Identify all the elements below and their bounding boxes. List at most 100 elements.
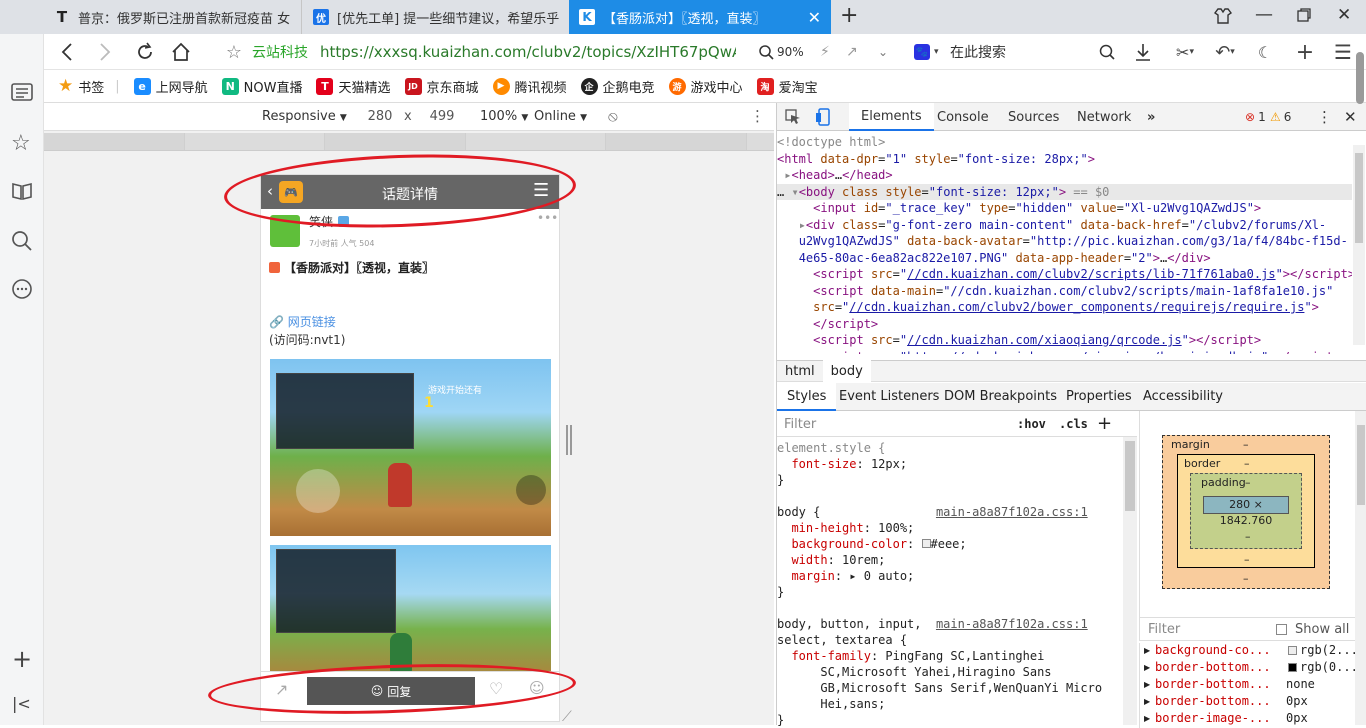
minimize-icon[interactable]: —: [1255, 4, 1273, 25]
address-url[interactable]: https://xxxsq.kuaizhan.com/clubv2/topics…: [320, 34, 736, 70]
show-all-checkbox[interactable]: [1276, 624, 1287, 635]
tab-sources[interactable]: Sources: [1008, 103, 1059, 131]
more-options-icon[interactable]: ⋮: [750, 107, 765, 125]
bookmark-item[interactable]: e 上网导航: [133, 77, 208, 96]
forward-icon[interactable]: [92, 34, 118, 70]
bookmark-item[interactable]: N NOW直播: [221, 77, 302, 96]
corner-resize-icon[interactable]: ⟋: [562, 709, 572, 725]
tab-active-topic[interactable]: K 【香肠派对】〖透视，直装〗 ✕: [569, 0, 831, 34]
back-icon[interactable]: [54, 34, 80, 70]
devtools-menu-icon[interactable]: ⋮: [1317, 103, 1332, 131]
game-count: 1: [424, 395, 434, 411]
reload-icon[interactable]: [132, 34, 158, 70]
lightning-icon[interactable]: ⚡: [820, 34, 830, 70]
class-toggle[interactable]: .cls: [1059, 417, 1088, 431]
responsive-dropdown[interactable]: Responsive ▼: [262, 109, 347, 124]
computed-scrollbar[interactable]: [1355, 411, 1366, 725]
tab-console[interactable]: Console: [937, 103, 989, 131]
chevron-down-icon[interactable]: ⌄: [878, 34, 888, 70]
breadcrumb-body[interactable]: body: [822, 360, 871, 382]
zoom-dropdown[interactable]: 100% ▼: [480, 109, 528, 124]
resize-handle[interactable]: [566, 425, 572, 455]
share-icon[interactable]: ↗: [846, 34, 858, 70]
bookmark-item[interactable]: ▶ 腾讯视频: [492, 77, 567, 96]
restore-icon[interactable]: [1297, 8, 1311, 26]
page-scrollbar-thumb[interactable]: [1356, 52, 1364, 104]
computed-row[interactable]: ▶ border-bottom... none: [1140, 677, 1366, 694]
bookmark-item[interactable]: 淘爱淘宝: [756, 77, 818, 96]
subtab-dom-breakpoints[interactable]: DOM Breakpoints: [944, 389, 1057, 404]
network-dropdown[interactable]: Online ▼: [534, 109, 587, 124]
subtab-styles[interactable]: Styles: [777, 383, 837, 411]
subtab-accessibility[interactable]: Accessibility: [1143, 389, 1223, 404]
rotate-icon[interactable]: ⦸: [608, 107, 618, 125]
bookmark-item[interactable]: 游游戏中心: [668, 77, 743, 96]
computed-filter-input[interactable]: Filter: [1148, 622, 1180, 637]
download-icon[interactable]: [1132, 34, 1154, 70]
scrollbar-thumb[interactable]: [1357, 425, 1365, 505]
computed-row[interactable]: ▶ border-bottom... 0px: [1140, 694, 1366, 711]
width-input[interactable]: 280: [360, 109, 400, 124]
collapse-sidebar-icon[interactable]: |<: [12, 694, 31, 713]
menu-icon[interactable]: ☰: [1332, 34, 1354, 70]
new-style-rule-icon[interactable]: +: [1097, 413, 1112, 434]
warning-count[interactable]: ⚠ 6: [1270, 103, 1291, 131]
styles-filter-input[interactable]: Filter: [784, 417, 816, 432]
scissors-icon[interactable]: ✂ ▾: [1170, 34, 1200, 70]
web-link[interactable]: 🔗 网页链接: [269, 313, 336, 330]
bookmark-star-icon[interactable]: ☆: [222, 34, 246, 70]
new-tab-button[interactable]: +: [840, 3, 858, 28]
baidu-paw-icon: 🐾: [914, 44, 930, 60]
add-icon[interactable]: +: [1294, 34, 1316, 70]
undo-icon[interactable]: ↶ ▾: [1210, 34, 1240, 70]
scrollbar-thumb[interactable]: [1125, 441, 1135, 511]
box-padding[interactable]: padding – 280 × 1842.760 –: [1190, 473, 1302, 549]
zoom-level[interactable]: 90%: [758, 34, 804, 70]
error-count[interactable]: ⊗ 1: [1245, 103, 1266, 131]
tab-ticket[interactable]: 优 [优先工单] 提一些细节建议，希望乐乎...: [303, 0, 559, 34]
subtab-event-listeners[interactable]: Event Listeners: [839, 389, 939, 404]
home-icon[interactable]: [168, 34, 194, 70]
game-screenshot-1[interactable]: 游戏开始还有 1: [270, 359, 551, 536]
bookmark-item[interactable]: T 天猫精选: [316, 77, 391, 96]
search-engine-selector[interactable]: 🐾 ▾: [914, 34, 939, 70]
more-tabs-icon[interactable]: »: [1147, 103, 1155, 131]
computed-row[interactable]: ▶ border-bottom... rgb(0...: [1140, 660, 1366, 677]
computed-row[interactable]: ▶ border-image-... 0px: [1140, 711, 1366, 728]
tab-news[interactable]: T 普京：俄罗斯已注册首款新冠疫苗 女...: [44, 0, 302, 34]
box-border[interactable]: border – padding – 280 × 1842.760 – –: [1177, 454, 1315, 568]
box-margin[interactable]: margin – border – padding – 280 × 1842.7…: [1162, 435, 1330, 589]
device-toolbar-icon[interactable]: [815, 103, 831, 131]
computed-row[interactable]: ▶ background-co... rgb(2...: [1140, 643, 1366, 660]
tab-elements[interactable]: Elements: [849, 103, 934, 131]
more-dots-icon[interactable]: •••: [537, 211, 558, 225]
bookmark-item[interactable]: JD 京东商城: [404, 77, 479, 96]
box-content-size[interactable]: 280 × 1842.760: [1203, 496, 1289, 527]
height-input[interactable]: 499: [422, 109, 462, 124]
night-mode-moon-icon[interactable]: ☾: [1254, 34, 1276, 70]
search-icon[interactable]: [1096, 34, 1118, 70]
search-icon[interactable]: [11, 230, 33, 256]
notes-icon[interactable]: [11, 82, 33, 106]
scrollbar-thumb[interactable]: [1355, 153, 1363, 243]
book-icon[interactable]: [11, 181, 33, 205]
close-window-icon[interactable]: ✕: [1337, 5, 1351, 25]
close-tab-icon[interactable]: ✕: [808, 8, 821, 27]
close-devtools-icon[interactable]: ✕: [1344, 103, 1357, 131]
add-icon[interactable]: +: [12, 645, 32, 673]
subtab-properties[interactable]: Properties: [1066, 389, 1132, 404]
shirt-skin-icon[interactable]: [1213, 8, 1233, 28]
inspect-element-icon[interactable]: [785, 103, 801, 131]
styles-scrollbar[interactable]: [1123, 437, 1137, 725]
favorites-star-icon[interactable]: ☆: [11, 131, 31, 156]
elements-tree[interactable]: <!doctype html> <html data-dpr="1" style…: [777, 134, 1352, 354]
bookmark-item[interactable]: 企企鹅电竞: [580, 77, 655, 96]
bookmark-item[interactable]: ★ 书签 |: [58, 76, 120, 96]
hover-state-toggle[interactable]: :hov: [1017, 417, 1046, 431]
styles-rules[interactable]: element.style { font-size: 12px; } body …: [777, 440, 1122, 728]
tab-network[interactable]: Network: [1077, 103, 1131, 131]
chat-icon[interactable]: [11, 279, 33, 305]
elements-scrollbar[interactable]: [1353, 145, 1365, 345]
search-input[interactable]: 在此搜索: [950, 34, 1006, 70]
breadcrumb-html[interactable]: html: [777, 364, 823, 379]
